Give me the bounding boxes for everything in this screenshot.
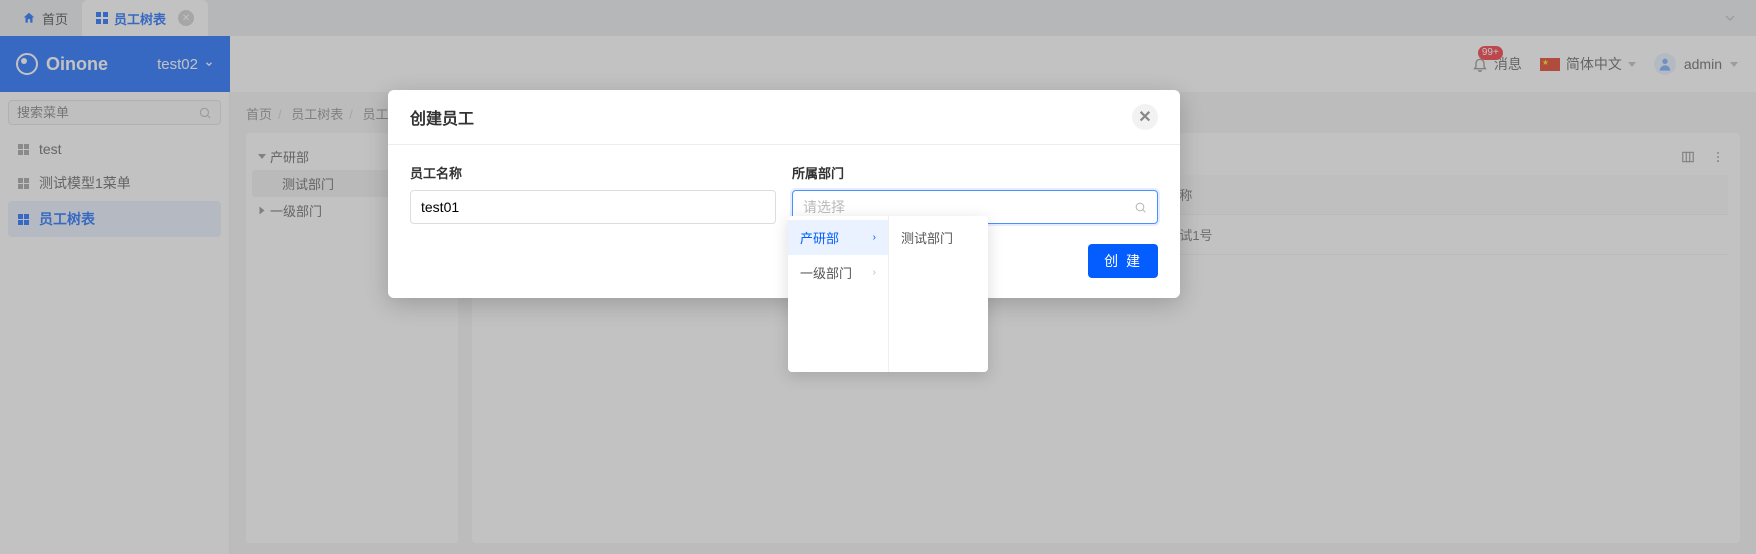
create-button[interactable]: 创 建 bbox=[1088, 244, 1158, 278]
cascader-column: 产研部 › 一级部门 › bbox=[788, 216, 888, 372]
field-label-name: 员工名称 bbox=[410, 163, 776, 182]
close-icon[interactable]: ✕ bbox=[1132, 104, 1158, 130]
cascader-option[interactable]: 测试部门 bbox=[889, 220, 988, 255]
department-cascader: 产研部 › 一级部门 › 测试部门 bbox=[788, 216, 988, 372]
modal-title: 创建员工 bbox=[410, 105, 474, 129]
create-employee-modal: 创建员工 ✕ 员工名称 所属部门 请选择 创 建 bbox=[388, 90, 1180, 298]
cascader-option[interactable]: 产研部 › bbox=[788, 220, 888, 255]
cascader-option[interactable]: 一级部门 › bbox=[788, 255, 888, 290]
cascader-option-label: 一级部门 bbox=[800, 263, 852, 282]
cascader-option-label: 产研部 bbox=[800, 228, 839, 247]
cascader-option-label: 测试部门 bbox=[901, 228, 953, 247]
chevron-right-icon: › bbox=[873, 232, 876, 243]
cascader-column: 测试部门 bbox=[888, 216, 988, 372]
search-icon bbox=[1134, 201, 1147, 214]
field-label-dept: 所属部门 bbox=[792, 163, 1158, 182]
employee-name-input[interactable] bbox=[410, 190, 776, 224]
select-placeholder: 请选择 bbox=[803, 197, 845, 217]
chevron-right-icon: › bbox=[873, 267, 876, 278]
